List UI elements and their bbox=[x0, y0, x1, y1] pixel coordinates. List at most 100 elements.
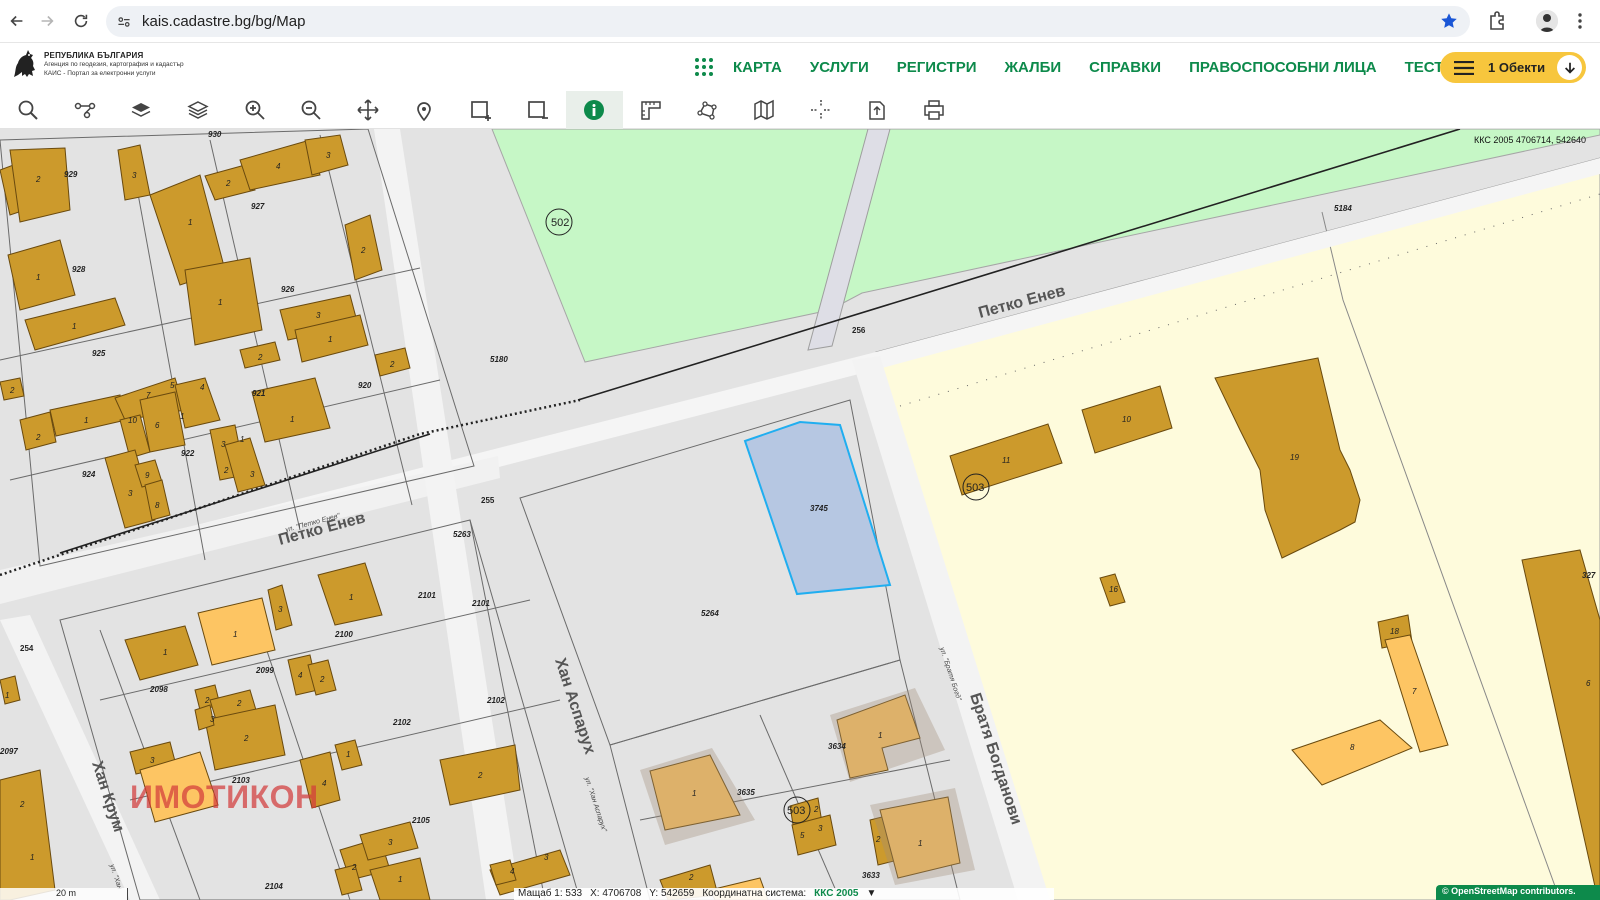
nav-spravki[interactable]: СПРАВКИ bbox=[1089, 59, 1161, 76]
svg-text:7: 7 bbox=[146, 391, 151, 400]
export-icon[interactable] bbox=[849, 91, 906, 129]
parcel-5180: 5180 bbox=[490, 355, 508, 364]
svg-text:2: 2 bbox=[688, 873, 694, 882]
browser-menu-icon[interactable] bbox=[1572, 10, 1588, 32]
pin-icon[interactable] bbox=[396, 91, 453, 129]
svg-text:4: 4 bbox=[322, 779, 327, 788]
parcel-928: 928 bbox=[72, 265, 86, 274]
crs-dropdown-icon[interactable]: ▼ bbox=[867, 888, 877, 900]
parcel-256: 256 bbox=[852, 326, 866, 335]
svg-text:2: 2 bbox=[360, 246, 366, 255]
nav-uslugi[interactable]: УСЛУГИ bbox=[810, 59, 869, 76]
svg-text:1: 1 bbox=[398, 875, 402, 884]
map-icon[interactable] bbox=[736, 91, 793, 129]
search-icon[interactable] bbox=[0, 91, 57, 129]
objects-button[interactable]: 1 Обекти bbox=[1440, 52, 1586, 83]
polygon-icon[interactable] bbox=[679, 91, 736, 129]
svg-text:2: 2 bbox=[19, 800, 25, 809]
svg-text:3: 3 bbox=[132, 171, 137, 180]
parcel-2099: 2099 bbox=[255, 666, 274, 675]
cadastral-map[interactable]: Петко Енев Петко Енев Хан Аспарух Братя … bbox=[0, 129, 1600, 900]
parcel-255: 255 bbox=[481, 496, 495, 505]
parcel-2102b: 2102 bbox=[392, 718, 411, 727]
layer-icon[interactable] bbox=[113, 91, 170, 129]
svg-text:6: 6 bbox=[1586, 679, 1591, 688]
osm-attribution[interactable]: © OpenStreetMap contributors. bbox=[1436, 885, 1600, 900]
print-icon[interactable] bbox=[906, 91, 963, 129]
svg-text:11: 11 bbox=[1002, 456, 1010, 465]
svg-text:2: 2 bbox=[389, 360, 395, 369]
nav-test[interactable]: ТЕСТ bbox=[1405, 59, 1444, 76]
svg-text:3: 3 bbox=[316, 311, 321, 320]
svg-text:7: 7 bbox=[1412, 687, 1417, 696]
svg-text:1: 1 bbox=[692, 789, 696, 798]
url-text[interactable]: kais.cadastre.bg/bg/Map bbox=[142, 13, 305, 30]
x-coordinate: X: 4706708 bbox=[590, 888, 642, 899]
svg-text:2: 2 bbox=[236, 699, 242, 708]
parcel-2105: 2105 bbox=[411, 816, 430, 825]
agency-logo[interactable]: РЕПУБЛИКА БЪЛГАРИЯ Агенция по геодезия, … bbox=[10, 47, 184, 81]
reload-icon[interactable] bbox=[64, 4, 98, 38]
parcel-925: 925 bbox=[92, 349, 106, 358]
logo-title: РЕПУБЛИКА БЪЛГАРИЯ bbox=[44, 50, 144, 60]
crs-select[interactable]: ККС 2005 bbox=[814, 888, 858, 900]
svg-text:2: 2 bbox=[35, 433, 41, 442]
status-bar: 20 m Мащаб 1: 533 X: 4706708 Y: 542659 К… bbox=[0, 885, 1600, 900]
forward-icon[interactable] bbox=[30, 4, 64, 38]
nav-pravosposobni[interactable]: ПРАВОСПОСОБНИ ЛИЦА bbox=[1189, 59, 1377, 76]
nav-karta[interactable]: КАРТА bbox=[733, 59, 782, 76]
svg-text:10: 10 bbox=[128, 416, 137, 425]
arrow-down-icon[interactable] bbox=[1557, 55, 1582, 80]
svg-text:3: 3 bbox=[128, 489, 133, 498]
parcel-930: 930 bbox=[208, 130, 222, 139]
watermark: ИМОТИКОН bbox=[130, 779, 319, 815]
select-add-icon[interactable] bbox=[453, 91, 510, 129]
svg-text:8: 8 bbox=[1350, 743, 1355, 752]
y-coordinate: Y: 542659 bbox=[649, 888, 695, 899]
zoom-out-icon[interactable] bbox=[283, 91, 340, 129]
parcel-2102: 2102 bbox=[486, 696, 505, 705]
apps-grid-icon[interactable] bbox=[694, 57, 714, 77]
profile-avatar[interactable] bbox=[1536, 10, 1558, 32]
route-icon[interactable] bbox=[57, 91, 114, 129]
pan-icon[interactable] bbox=[340, 91, 397, 129]
parcel-929: 929 bbox=[64, 170, 78, 179]
svg-text:8: 8 bbox=[155, 501, 160, 510]
svg-text:1: 1 bbox=[163, 648, 167, 657]
back-icon[interactable] bbox=[0, 4, 34, 38]
crosshair-icon[interactable] bbox=[792, 91, 849, 129]
parcel-2098: 2098 bbox=[149, 685, 168, 694]
svg-text:3: 3 bbox=[210, 715, 215, 724]
svg-text:1: 1 bbox=[233, 630, 237, 639]
svg-text:1: 1 bbox=[188, 218, 192, 227]
parcel-2100: 2100 bbox=[334, 630, 353, 639]
svg-text:9: 9 bbox=[145, 471, 150, 480]
svg-text:2: 2 bbox=[813, 805, 819, 814]
info-icon[interactable] bbox=[565, 91, 623, 129]
svg-text:5: 5 bbox=[800, 831, 805, 840]
measure-icon[interactable] bbox=[623, 91, 680, 129]
site-info-icon[interactable] bbox=[110, 8, 138, 36]
svg-text:1: 1 bbox=[180, 412, 184, 421]
address-bar[interactable]: kais.cadastre.bg/bg/Map bbox=[106, 6, 1470, 37]
svg-text:1: 1 bbox=[30, 853, 34, 862]
coordinate-readout: ККС 2005 4706714, 542640 bbox=[1474, 135, 1586, 145]
app-header: РЕПУБЛИКА БЪЛГАРИЯ Агенция по геодезия, … bbox=[0, 43, 1600, 91]
parcel-3633: 3633 bbox=[862, 871, 880, 880]
nav-zhalbi[interactable]: ЖАЛБИ bbox=[1005, 59, 1062, 76]
nav-registri[interactable]: РЕГИСТРИ bbox=[897, 59, 977, 76]
bookmark-star-icon[interactable] bbox=[1440, 12, 1458, 30]
scale-bar-label: 20 m bbox=[56, 888, 77, 898]
svg-text:1: 1 bbox=[328, 335, 332, 344]
svg-text:2: 2 bbox=[225, 179, 231, 188]
zoom-in-icon[interactable] bbox=[226, 91, 283, 129]
svg-text:3: 3 bbox=[818, 824, 823, 833]
crs-label: Координатна система: bbox=[702, 888, 807, 899]
svg-text:1: 1 bbox=[240, 435, 244, 444]
svg-text:1: 1 bbox=[349, 593, 353, 602]
select-remove-icon[interactable] bbox=[509, 91, 566, 129]
scale-bar: 20 m bbox=[0, 888, 128, 900]
extensions-icon[interactable] bbox=[1487, 10, 1509, 32]
svg-text:1: 1 bbox=[5, 691, 9, 700]
layers-icon[interactable] bbox=[170, 91, 227, 129]
